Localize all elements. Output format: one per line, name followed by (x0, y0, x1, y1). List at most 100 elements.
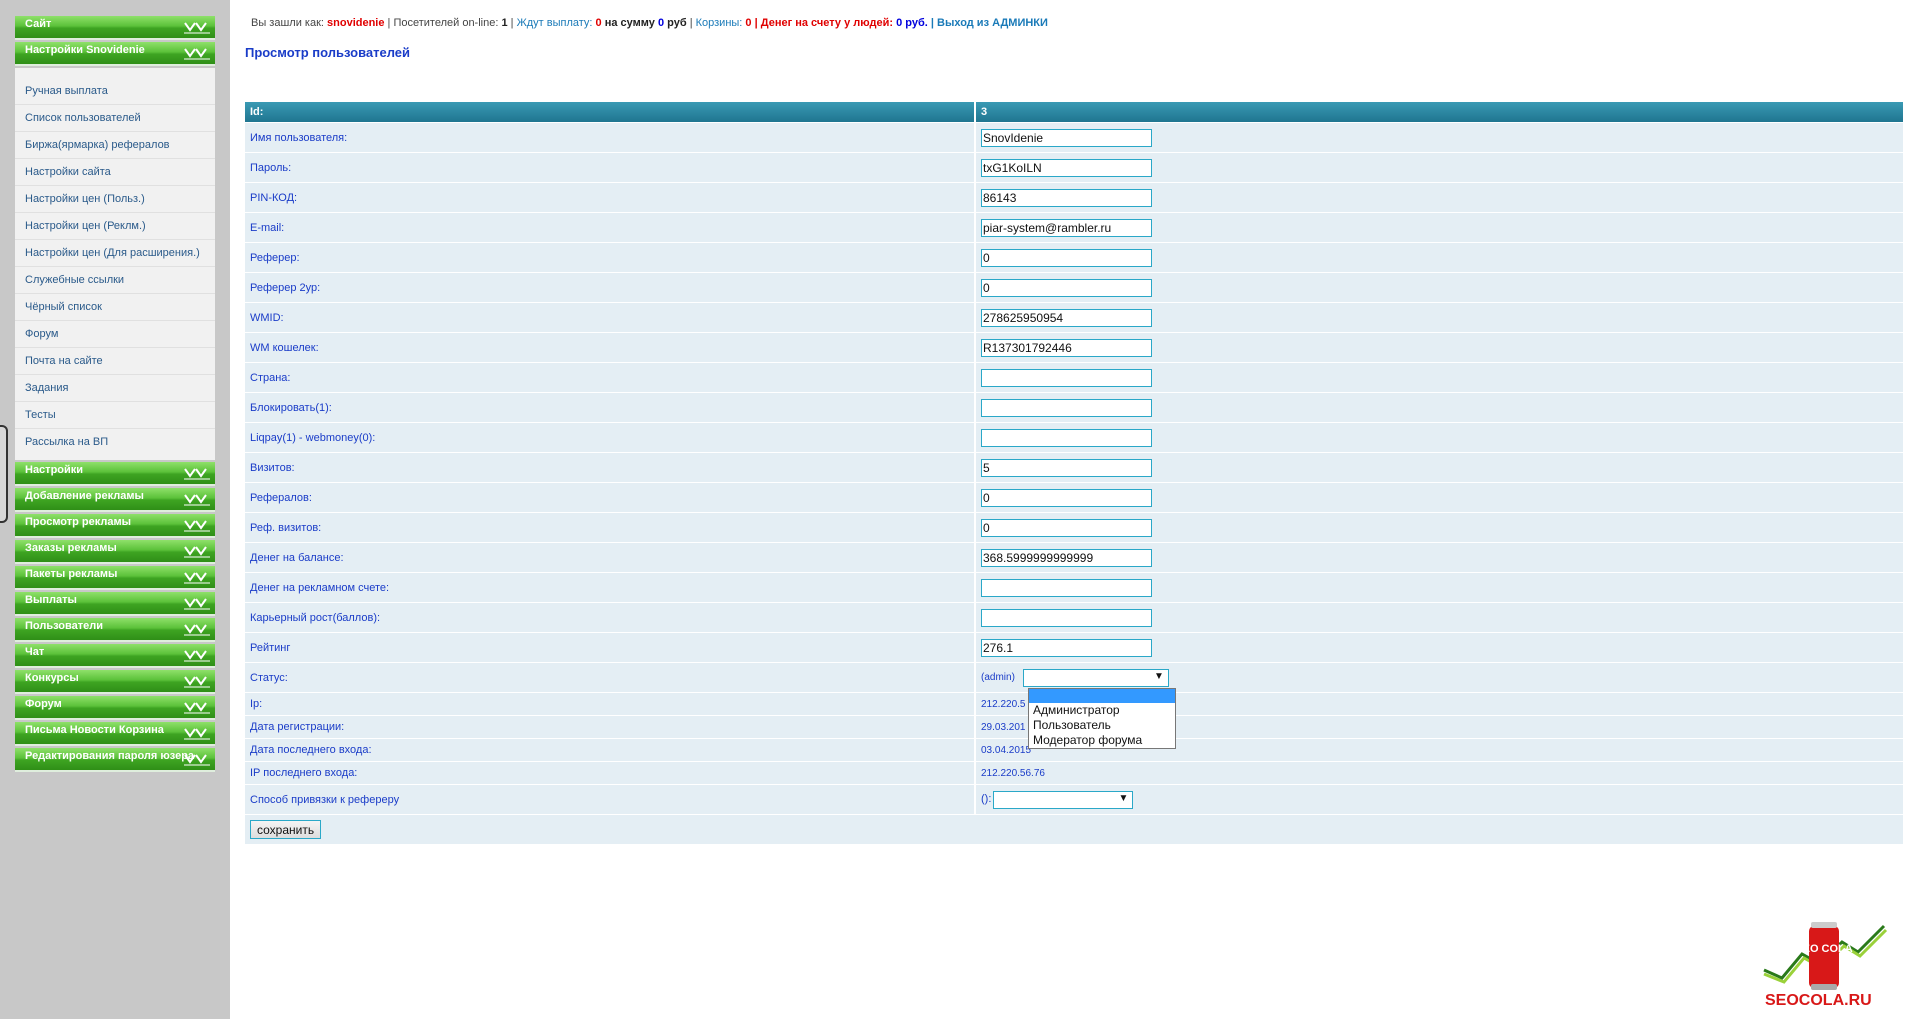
sum-label: на сумму (604, 17, 655, 29)
status-option-user[interactable]: Пользователь (1029, 718, 1175, 733)
chevron-down-icon (184, 466, 210, 480)
field-input[interactable] (981, 548, 1152, 567)
field-input[interactable] (981, 338, 1152, 357)
sidebar-item[interactable]: Настройки цен (Реклм.) (15, 213, 215, 240)
sidebar-item[interactable]: Настройки цен (Для расширения.) (15, 240, 215, 267)
sidebar-section[interactable]: Пакеты рекламы (15, 566, 215, 590)
field-input[interactable] (981, 608, 1152, 627)
field-label: Реф. визитов: (245, 512, 976, 543)
field-label: Реферер: (245, 242, 976, 273)
field-input[interactable] (981, 578, 1152, 597)
chevron-down-icon (184, 596, 210, 610)
online-count: 1 (501, 17, 508, 29)
sidebar-item[interactable]: Список пользователей (15, 105, 215, 132)
field-label: Карьерный рост(баллов): (245, 602, 976, 633)
sidebar: Сайт Настройки Snovidenie Ручная выплата… (15, 16, 215, 774)
field-input[interactable] (981, 188, 1152, 207)
status-option-moderator[interactable]: Модератор форума (1029, 733, 1175, 748)
status-option-admin[interactable]: Администратор (1029, 703, 1175, 718)
sidebar-section-label: Настройки Snovidenie (25, 44, 145, 56)
sidebar-section[interactable]: Настройки (15, 462, 215, 486)
sidebar-item[interactable]: Задания (15, 375, 215, 402)
info-label: Дата последнего входа: (245, 738, 976, 762)
waiting-payout-link[interactable]: Ждут выплату: (517, 17, 593, 29)
field-input[interactable] (981, 368, 1152, 387)
money-on-accounts-link[interactable]: | Денег на счету у людей: (755, 17, 893, 29)
chevron-down-icon (184, 46, 210, 60)
sidebar-section[interactable]: Пользователи (15, 618, 215, 642)
sidebar-section-label: Редактирования пароля юзера (25, 750, 195, 762)
table-row: Пароль: (245, 152, 1905, 183)
exit-admin-link[interactable]: | Выход из АДМИНКИ (931, 17, 1048, 29)
status-label: Статус: (245, 662, 976, 693)
field-label: Страна: (245, 362, 976, 393)
baskets-count: 0 (745, 17, 752, 29)
status-current: (admin) (981, 672, 1015, 684)
field-value-cell (975, 632, 1905, 663)
sidebar-section-snovidenie-settings[interactable]: Настройки Snovidenie (15, 42, 215, 66)
field-input[interactable] (981, 428, 1152, 447)
seocola-can-icon: SEO COLA (1763, 922, 1888, 990)
sidebar-item[interactable]: Тесты (15, 402, 215, 429)
table-row: Реферер 2ур: (245, 272, 1905, 303)
sidebar-section[interactable]: Редактирования пароля юзера (15, 748, 215, 772)
sidebar-section-label: Сайт (25, 18, 52, 30)
sidebar-section[interactable]: Добавление рекламы (15, 488, 215, 512)
sidebar-item[interactable]: Почта на сайте (15, 348, 215, 375)
sidebar-submenu: Ручная выплата Список пользователей Бирж… (15, 68, 215, 460)
sidebar-section-site[interactable]: Сайт (15, 16, 215, 40)
field-label: Рейтинг (245, 632, 976, 663)
save-button[interactable]: сохранить (250, 820, 322, 839)
sidebar-item[interactable]: Ручная выплата (15, 78, 215, 105)
sidebar-item[interactable]: Рассылка на ВП (15, 429, 215, 456)
sidebar-item[interactable]: Биржа(ярмарка) рефералов (15, 132, 215, 159)
field-input[interactable] (981, 518, 1152, 537)
sidebar-section-label: Выплаты (25, 594, 77, 606)
field-value-cell (975, 182, 1905, 213)
sidebar-item[interactable]: Чёрный список (15, 294, 215, 321)
field-input[interactable] (981, 218, 1152, 237)
sidebar-section-label: Пользователи (25, 620, 104, 632)
field-value-cell (975, 242, 1905, 273)
sidebar-section[interactable]: Форум (15, 696, 215, 720)
field-input[interactable] (981, 638, 1152, 657)
field-input[interactable] (981, 248, 1152, 267)
field-value-cell (975, 542, 1905, 573)
sidebar-section[interactable]: Конкурсы (15, 670, 215, 694)
baskets-link[interactable]: Корзины: (696, 17, 743, 29)
field-input[interactable] (981, 458, 1152, 477)
field-input[interactable] (981, 128, 1152, 147)
status-select[interactable]: ▼ (1022, 668, 1169, 687)
sidebar-item[interactable]: Настройки сайта (15, 159, 215, 186)
id-header-label: Id: (245, 102, 976, 123)
sidebar-section[interactable]: Выплаты (15, 592, 215, 616)
sidebar-item[interactable]: Настройки цен (Польз.) (15, 186, 215, 213)
table-row: Денег на рекламном счете: (245, 572, 1905, 603)
sidebar-section[interactable]: Просмотр рекламы (15, 514, 215, 538)
sidebar-section[interactable]: Письма Новости Корзина (15, 722, 215, 746)
table-row: Реферер: (245, 242, 1905, 273)
sidebar-item[interactable]: Служебные ссылки (15, 267, 215, 294)
chevron-down-icon (184, 752, 210, 766)
save-cell: сохранить (245, 814, 1905, 845)
field-input[interactable] (981, 398, 1152, 417)
field-input[interactable] (981, 488, 1152, 507)
table-row: Реф. визитов: (245, 512, 1905, 543)
info-value: 212.220.56.76 (975, 761, 1905, 785)
field-value-cell (975, 392, 1905, 423)
field-input[interactable] (981, 278, 1152, 297)
status-option-blank[interactable] (1029, 689, 1175, 703)
chevron-down-icon (184, 674, 210, 688)
table-row: PIN-КОД: (245, 182, 1905, 213)
field-value-cell (975, 362, 1905, 393)
field-input[interactable] (981, 158, 1152, 177)
sidebar-item[interactable]: Форум (15, 321, 215, 348)
field-input[interactable] (981, 308, 1152, 327)
sidebar-section-label: Заказы рекламы (25, 542, 117, 554)
sidebar-section[interactable]: Чат (15, 644, 215, 668)
svg-text:SEO COLA: SEO COLA (1795, 943, 1853, 955)
table-row: Имя пользователя: (245, 122, 1905, 153)
sidebar-section[interactable]: Заказы рекламы (15, 540, 215, 564)
ref-binding-select[interactable]: ▼ (993, 790, 1134, 809)
ref-binding-cell: (): ▼ (975, 784, 1905, 815)
